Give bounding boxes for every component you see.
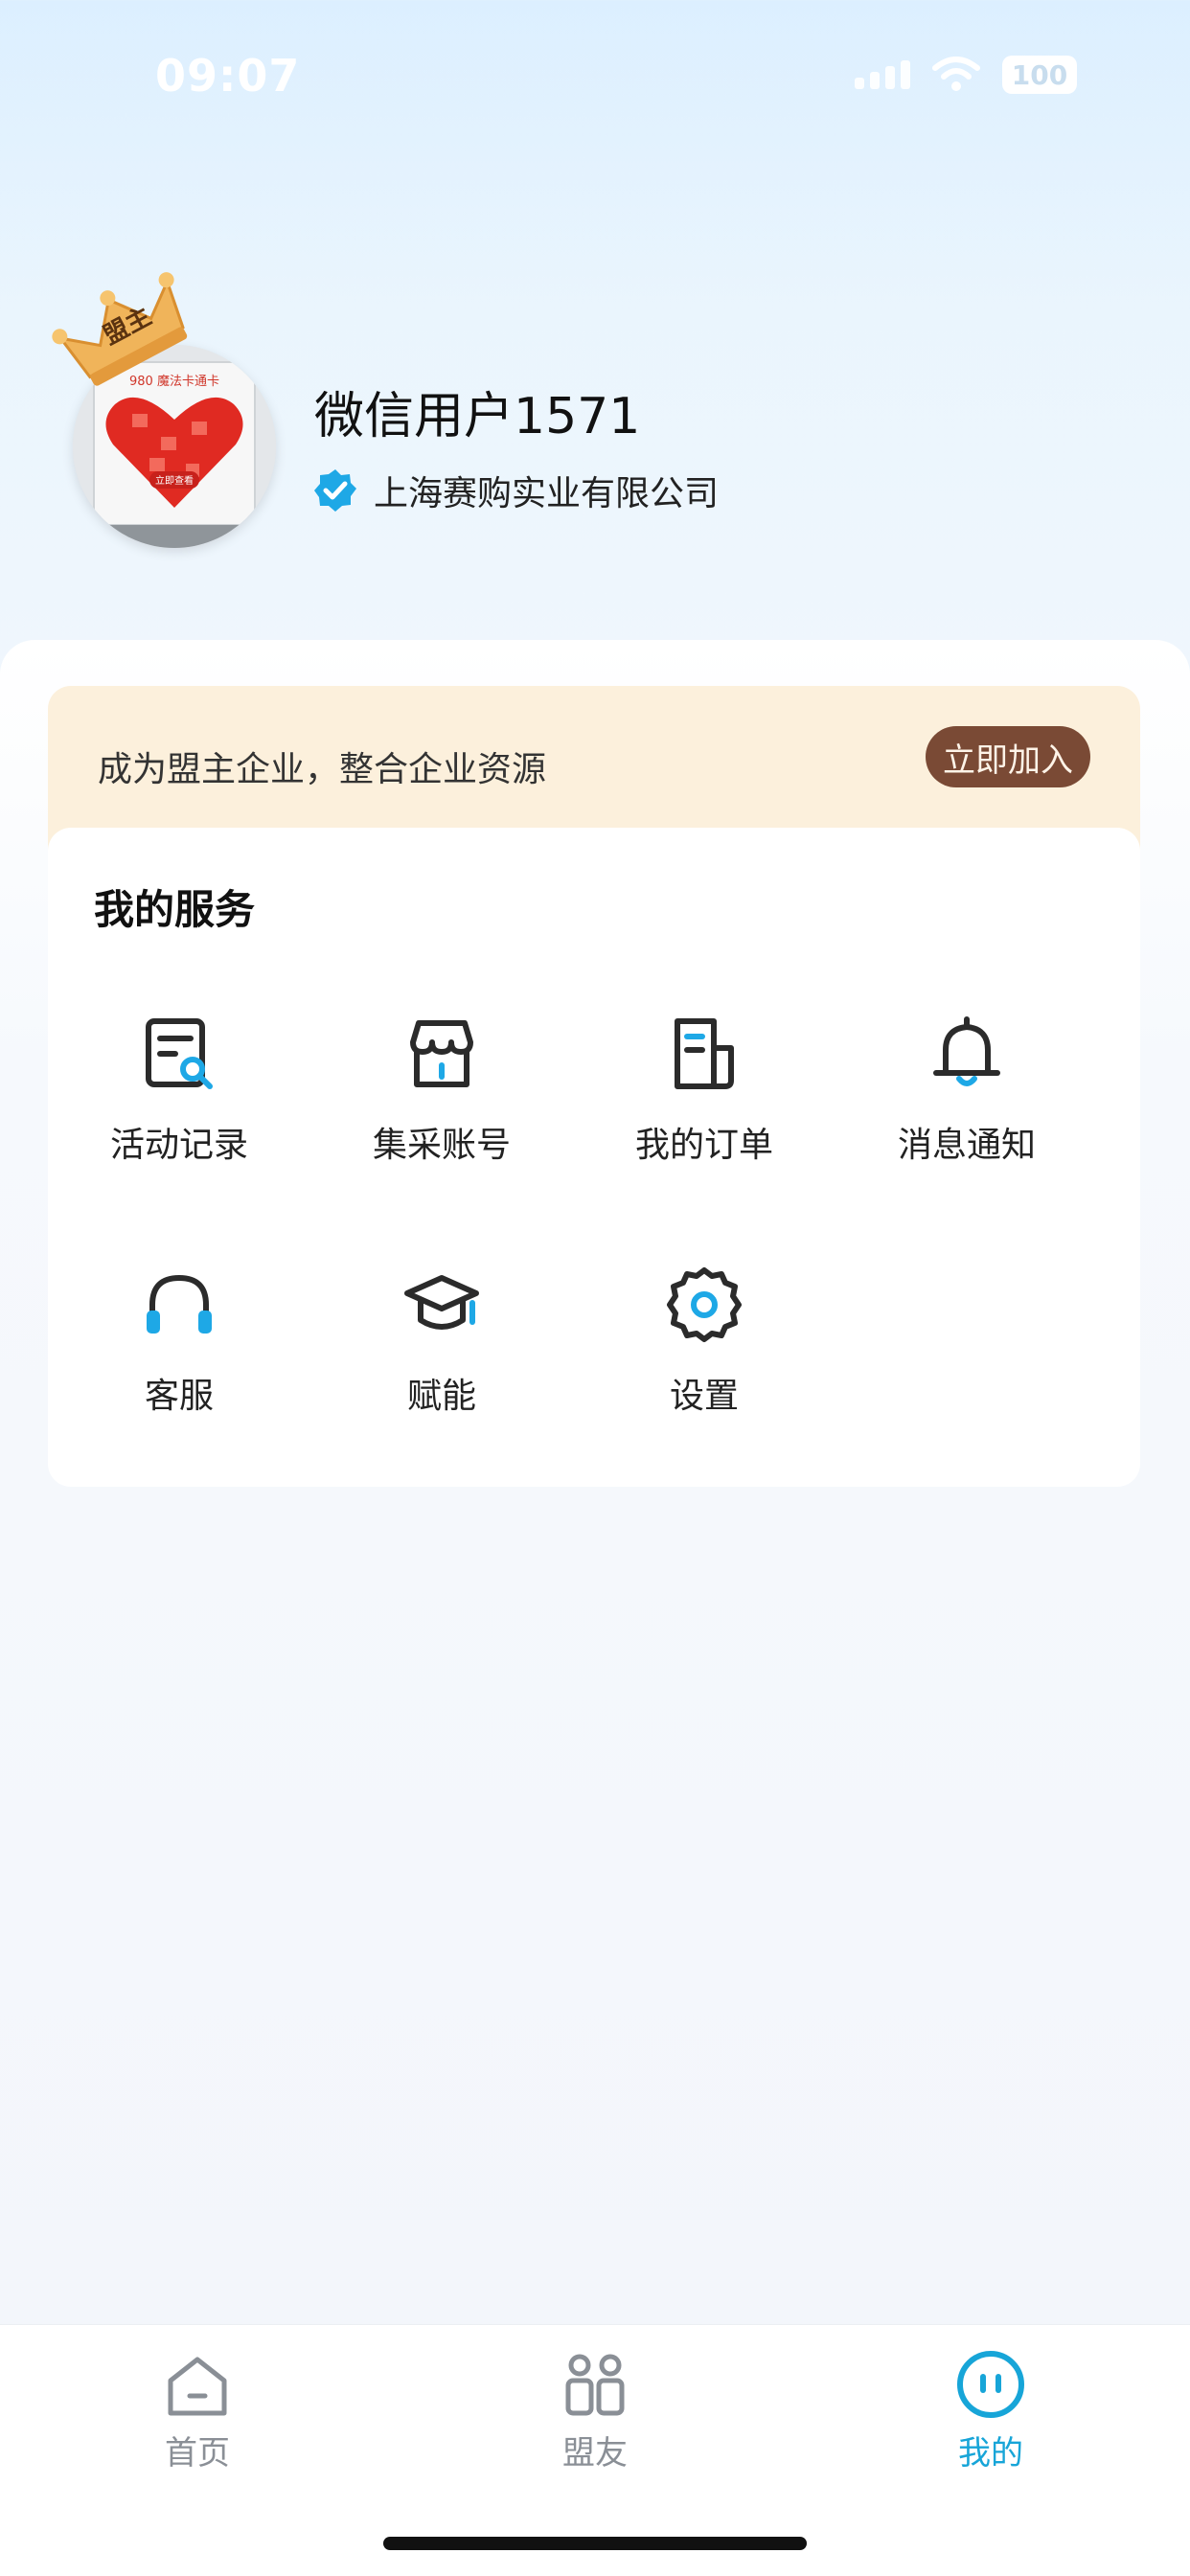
service-my-orders[interactable]: 我的订单	[573, 1014, 835, 1167]
verified-badge-icon	[314, 469, 356, 512]
home-indicator	[383, 2537, 807, 2550]
service-customer-service[interactable]: 客服	[48, 1265, 310, 1418]
tab-allies[interactable]: 盟友	[499, 2348, 691, 2473]
user-name: 微信用户1571	[314, 388, 641, 445]
service-label: 集采账号	[372, 1126, 511, 1165]
service-label: 活动记录	[109, 1126, 248, 1165]
home-icon	[168, 2357, 227, 2416]
status-icons: 100	[855, 56, 1077, 94]
svg-text:立即查看: 立即查看	[155, 474, 194, 487]
avatar-wrap[interactable]: 980 魔法卡通卡 立即查看 盟主	[52, 272, 276, 548]
battery-icon: 100	[1002, 56, 1077, 94]
order-icon	[675, 1018, 734, 1089]
service-empowerment[interactable]: 赋能	[310, 1265, 573, 1418]
profile-header: 980 魔法卡通卡 立即查看 盟主 微信用户1571 上海赛购实业有限公司	[0, 268, 1190, 575]
company-row: 上海赛购实业有限公司	[312, 466, 719, 515]
service-label: 消息通知	[897, 1126, 1036, 1165]
status-bar: 09:07 100	[0, 0, 1190, 163]
services-title: 我的服务	[94, 886, 256, 933]
allies-icon	[565, 2354, 625, 2416]
service-label: 赋能	[406, 1377, 476, 1416]
signal-icon	[855, 60, 910, 89]
join-now-button[interactable]: 立即加入	[926, 726, 1090, 787]
bell-icon	[933, 1016, 1000, 1086]
graduation-cap-icon	[404, 1275, 479, 1330]
join-banner-text: 成为盟主企业，整合企业资源	[98, 750, 547, 789]
tab-home[interactable]: 首页	[102, 2348, 293, 2473]
tab-label: 首页	[165, 2434, 230, 2473]
store-icon	[410, 1020, 473, 1087]
service-label: 客服	[144, 1377, 214, 1416]
profile-face-icon	[957, 2351, 1024, 2418]
service-label: 设置	[669, 1377, 739, 1416]
service-settings[interactable]: 设置	[573, 1265, 835, 1418]
service-procurement-account[interactable]: 集采账号	[310, 1014, 573, 1167]
service-notifications[interactable]: 消息通知	[835, 1014, 1098, 1167]
tab-label: 盟友	[562, 2434, 628, 2473]
status-time: 09:07	[155, 50, 301, 102]
service-activity-record[interactable]: 活动记录	[48, 1014, 310, 1167]
tab-mine[interactable]: 我的	[895, 2348, 1087, 2473]
services-card: 我的服务 活动记录 集采账号 我的订单 消息通知 客服 赋能 设置	[48, 828, 1140, 1487]
tab-label: 我的	[958, 2434, 1023, 2473]
wifi-icon	[932, 57, 980, 91]
service-label: 我的订单	[634, 1126, 773, 1165]
activity-record-icon	[146, 1018, 213, 1089]
company-name: 上海赛购实业有限公司	[374, 474, 720, 513]
gear-icon	[667, 1267, 742, 1342]
headset-icon	[147, 1274, 212, 1334]
